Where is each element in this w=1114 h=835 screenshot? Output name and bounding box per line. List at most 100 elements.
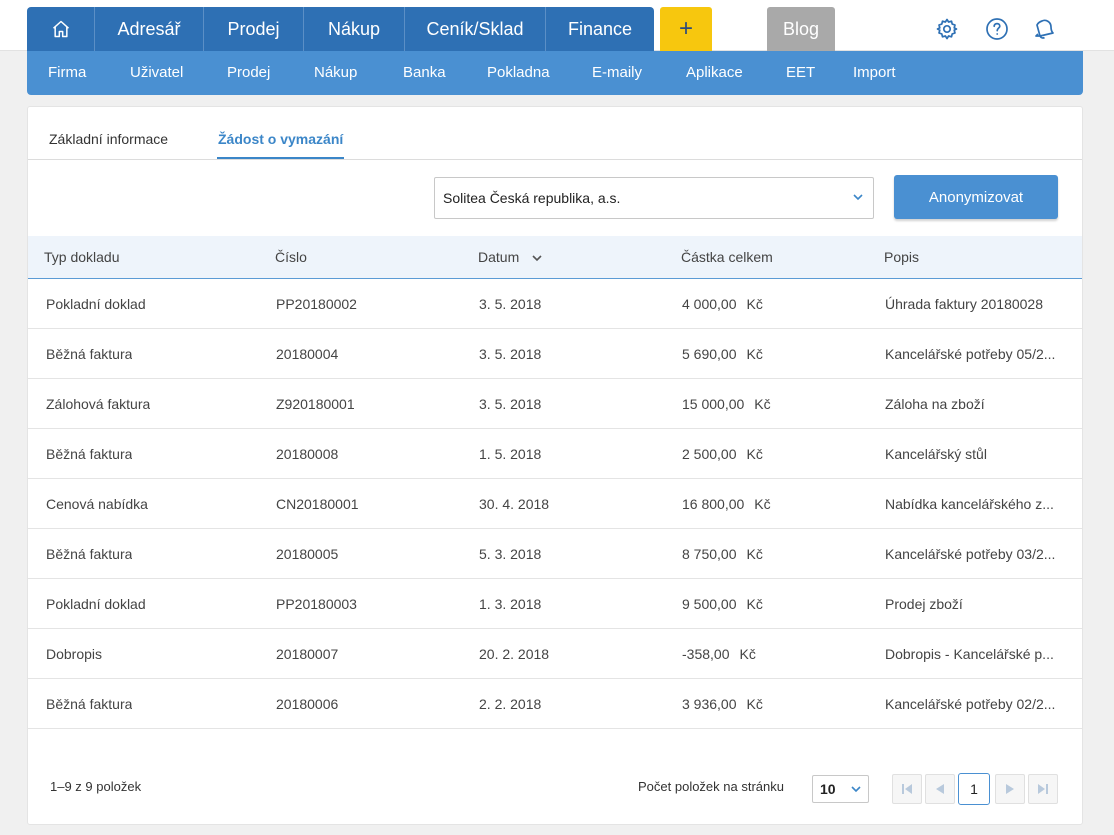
sub-nav-item-eet[interactable]: EET xyxy=(786,51,815,95)
table-row[interactable]: Běžná faktura 20180006 2. 2. 2018 3 936,00 K… xyxy=(28,679,1082,729)
column-header-date[interactable]: Datum xyxy=(478,236,543,278)
main-nav-item-cenik-sklad[interactable]: Ceník/Sklad xyxy=(405,7,546,51)
cell-description: Kancelářský stůl xyxy=(885,446,987,462)
sub-nav-item-nakup[interactable]: Nákup xyxy=(314,51,357,95)
cell-type: Běžná faktura xyxy=(46,696,133,712)
table-row[interactable]: Cenová nabídka CN20180001 30. 4. 2018 16 80… xyxy=(28,479,1082,529)
content-card: Základní informace Žádost o vymazání Sol… xyxy=(27,106,1083,825)
cell-date: 3. 5. 2018 xyxy=(479,296,542,312)
cell-date: 30. 4. 2018 xyxy=(479,496,550,512)
sub-nav-item-aplikace[interactable]: Aplikace xyxy=(686,51,743,95)
table-row[interactable]: Dobropis 20180007 20. 2. 2018 -358,00 Kč Dobr… xyxy=(28,629,1082,679)
cell-description: Kancelářské potřeby 02/2... xyxy=(885,696,1056,712)
table-row[interactable]: Běžná faktura 20180008 1. 5. 2018 2 500,00 K… xyxy=(28,429,1082,479)
cell-type: Běžná faktura xyxy=(46,346,133,362)
cell-number: 20180008 xyxy=(276,446,339,462)
first-page-button[interactable] xyxy=(892,774,922,804)
sub-nav-item-prodej[interactable]: Prodej xyxy=(227,51,270,95)
column-header-description[interactable]: Popis xyxy=(884,236,919,278)
table-row[interactable]: Pokladní doklad PP20180003 1. 3. 2018 9 500… xyxy=(28,579,1082,629)
chevron-down-icon xyxy=(853,194,863,201)
company-select[interactable]: Solitea Česká republika, a.s. xyxy=(434,177,874,219)
amount-value: 5 690,00 xyxy=(682,346,737,362)
table-row[interactable]: Běžná faktura 20180005 5. 3. 2018 8 750,00 K… xyxy=(28,529,1082,579)
cell-amount: 16 800,00 Kč xyxy=(682,479,771,529)
table-row[interactable]: Běžná faktura 20180004 3. 5. 2018 5 690,00 K… xyxy=(28,329,1082,379)
table-row[interactable]: Zálohová faktura Z920180001 3. 5. 2018 15 0… xyxy=(28,379,1082,429)
amount-value: 2 500,00 xyxy=(682,446,737,462)
home-icon xyxy=(52,20,69,38)
amount-value: 8 750,00 xyxy=(682,546,737,562)
cell-number: 20180005 xyxy=(276,546,339,562)
tab-divider xyxy=(28,159,1082,160)
currency-label: Kč xyxy=(746,596,763,612)
cell-number: PP20180003 xyxy=(276,596,357,612)
per-page-select[interactable]: 10 xyxy=(812,775,869,803)
cell-description: Kancelářské potřeby 03/2... xyxy=(885,546,1056,562)
cell-amount: 4 000,00 Kč xyxy=(682,279,763,329)
notifications-button[interactable] xyxy=(1032,17,1056,41)
tab-delete-request[interactable]: Žádost o vymazání xyxy=(218,131,343,147)
cell-type: Pokladní doklad xyxy=(46,596,146,612)
tab-basic-info[interactable]: Základní informace xyxy=(49,131,168,147)
currency-label: Kč xyxy=(739,646,756,662)
cell-date: 2. 2. 2018 xyxy=(479,696,542,712)
next-page-button[interactable] xyxy=(995,774,1025,804)
currency-label: Kč xyxy=(746,546,763,562)
cell-type: Běžná faktura xyxy=(46,546,133,562)
sub-nav-item-firma[interactable]: Firma xyxy=(48,51,86,95)
cell-number: Z920180001 xyxy=(276,396,355,412)
next-page-icon xyxy=(1006,784,1014,794)
sub-nav-item-import[interactable]: Import xyxy=(853,51,896,95)
main-nav-item-finance[interactable]: Finance xyxy=(546,7,654,51)
cell-type: Běžná faktura xyxy=(46,446,133,462)
cell-type: Cenová nabídka xyxy=(46,496,148,512)
currency-label: Kč xyxy=(746,346,763,362)
column-header-type[interactable]: Typ dokladu xyxy=(44,236,120,278)
main-nav: Adresář Prodej Nákup Ceník/Sklad Finance xyxy=(27,7,654,51)
settings-gear-icon xyxy=(936,18,958,40)
cell-type: Zálohová faktura xyxy=(46,396,151,412)
prev-page-icon xyxy=(936,784,944,794)
main-nav-item-adresar[interactable]: Adresář xyxy=(95,7,204,51)
currency-label: Kč xyxy=(754,396,771,412)
main-nav-item-prodej[interactable]: Prodej xyxy=(204,7,304,51)
per-page-label: Počet položek na stránku xyxy=(638,779,784,794)
amount-value: 3 936,00 xyxy=(682,696,737,712)
main-nav-item-nakup[interactable]: Nákup xyxy=(304,7,405,51)
cell-date: 3. 5. 2018 xyxy=(479,396,542,412)
settings-button[interactable] xyxy=(935,17,959,41)
column-header-number[interactable]: Číslo xyxy=(275,236,307,278)
table-row[interactable]: Pokladní doklad PP20180002 3. 5. 2018 4 000… xyxy=(28,279,1082,329)
amount-value: -358,00 xyxy=(682,646,730,662)
cell-description: Kancelářské potřeby 05/2... xyxy=(885,346,1056,362)
sub-nav-item-banka[interactable]: Banka xyxy=(403,51,446,95)
anonymize-button[interactable]: Anonymizovat xyxy=(894,175,1058,219)
cell-amount: 3 936,00 Kč xyxy=(682,679,763,729)
current-page[interactable]: 1 xyxy=(958,773,990,805)
cell-date: 3. 5. 2018 xyxy=(479,346,542,362)
column-header-amount[interactable]: Částka celkem xyxy=(681,236,773,278)
amount-value: 9 500,00 xyxy=(682,596,737,612)
last-page-icon xyxy=(1038,784,1048,794)
cell-type: Pokladní doklad xyxy=(46,296,146,312)
cell-number: PP20180002 xyxy=(276,296,357,312)
sort-desc-icon xyxy=(532,255,542,262)
chevron-down-icon xyxy=(851,786,861,793)
amount-value: 16 800,00 xyxy=(682,496,745,512)
add-button[interactable]: + xyxy=(660,7,712,51)
last-page-button[interactable] xyxy=(1028,774,1058,804)
cell-amount: 9 500,00 Kč xyxy=(682,579,763,629)
help-button[interactable] xyxy=(985,17,1009,41)
cell-description: Záloha na zboží xyxy=(885,396,985,412)
cell-description: Úhrada faktury 20180028 xyxy=(885,296,1043,312)
prev-page-button[interactable] xyxy=(925,774,955,804)
blog-button[interactable]: Blog xyxy=(767,7,835,51)
cell-description: Prodej zboží xyxy=(885,596,963,612)
help-icon xyxy=(986,18,1008,40)
sub-nav-item-pokladna[interactable]: Pokladna xyxy=(487,51,550,95)
home-button[interactable] xyxy=(27,7,95,51)
sub-nav-item-emaily[interactable]: E-maily xyxy=(592,51,642,95)
sub-nav-item-uzivatel[interactable]: Uživatel xyxy=(130,51,183,95)
sub-nav: Firma Uživatel Prodej Nákup Banka Poklad… xyxy=(27,51,1083,95)
